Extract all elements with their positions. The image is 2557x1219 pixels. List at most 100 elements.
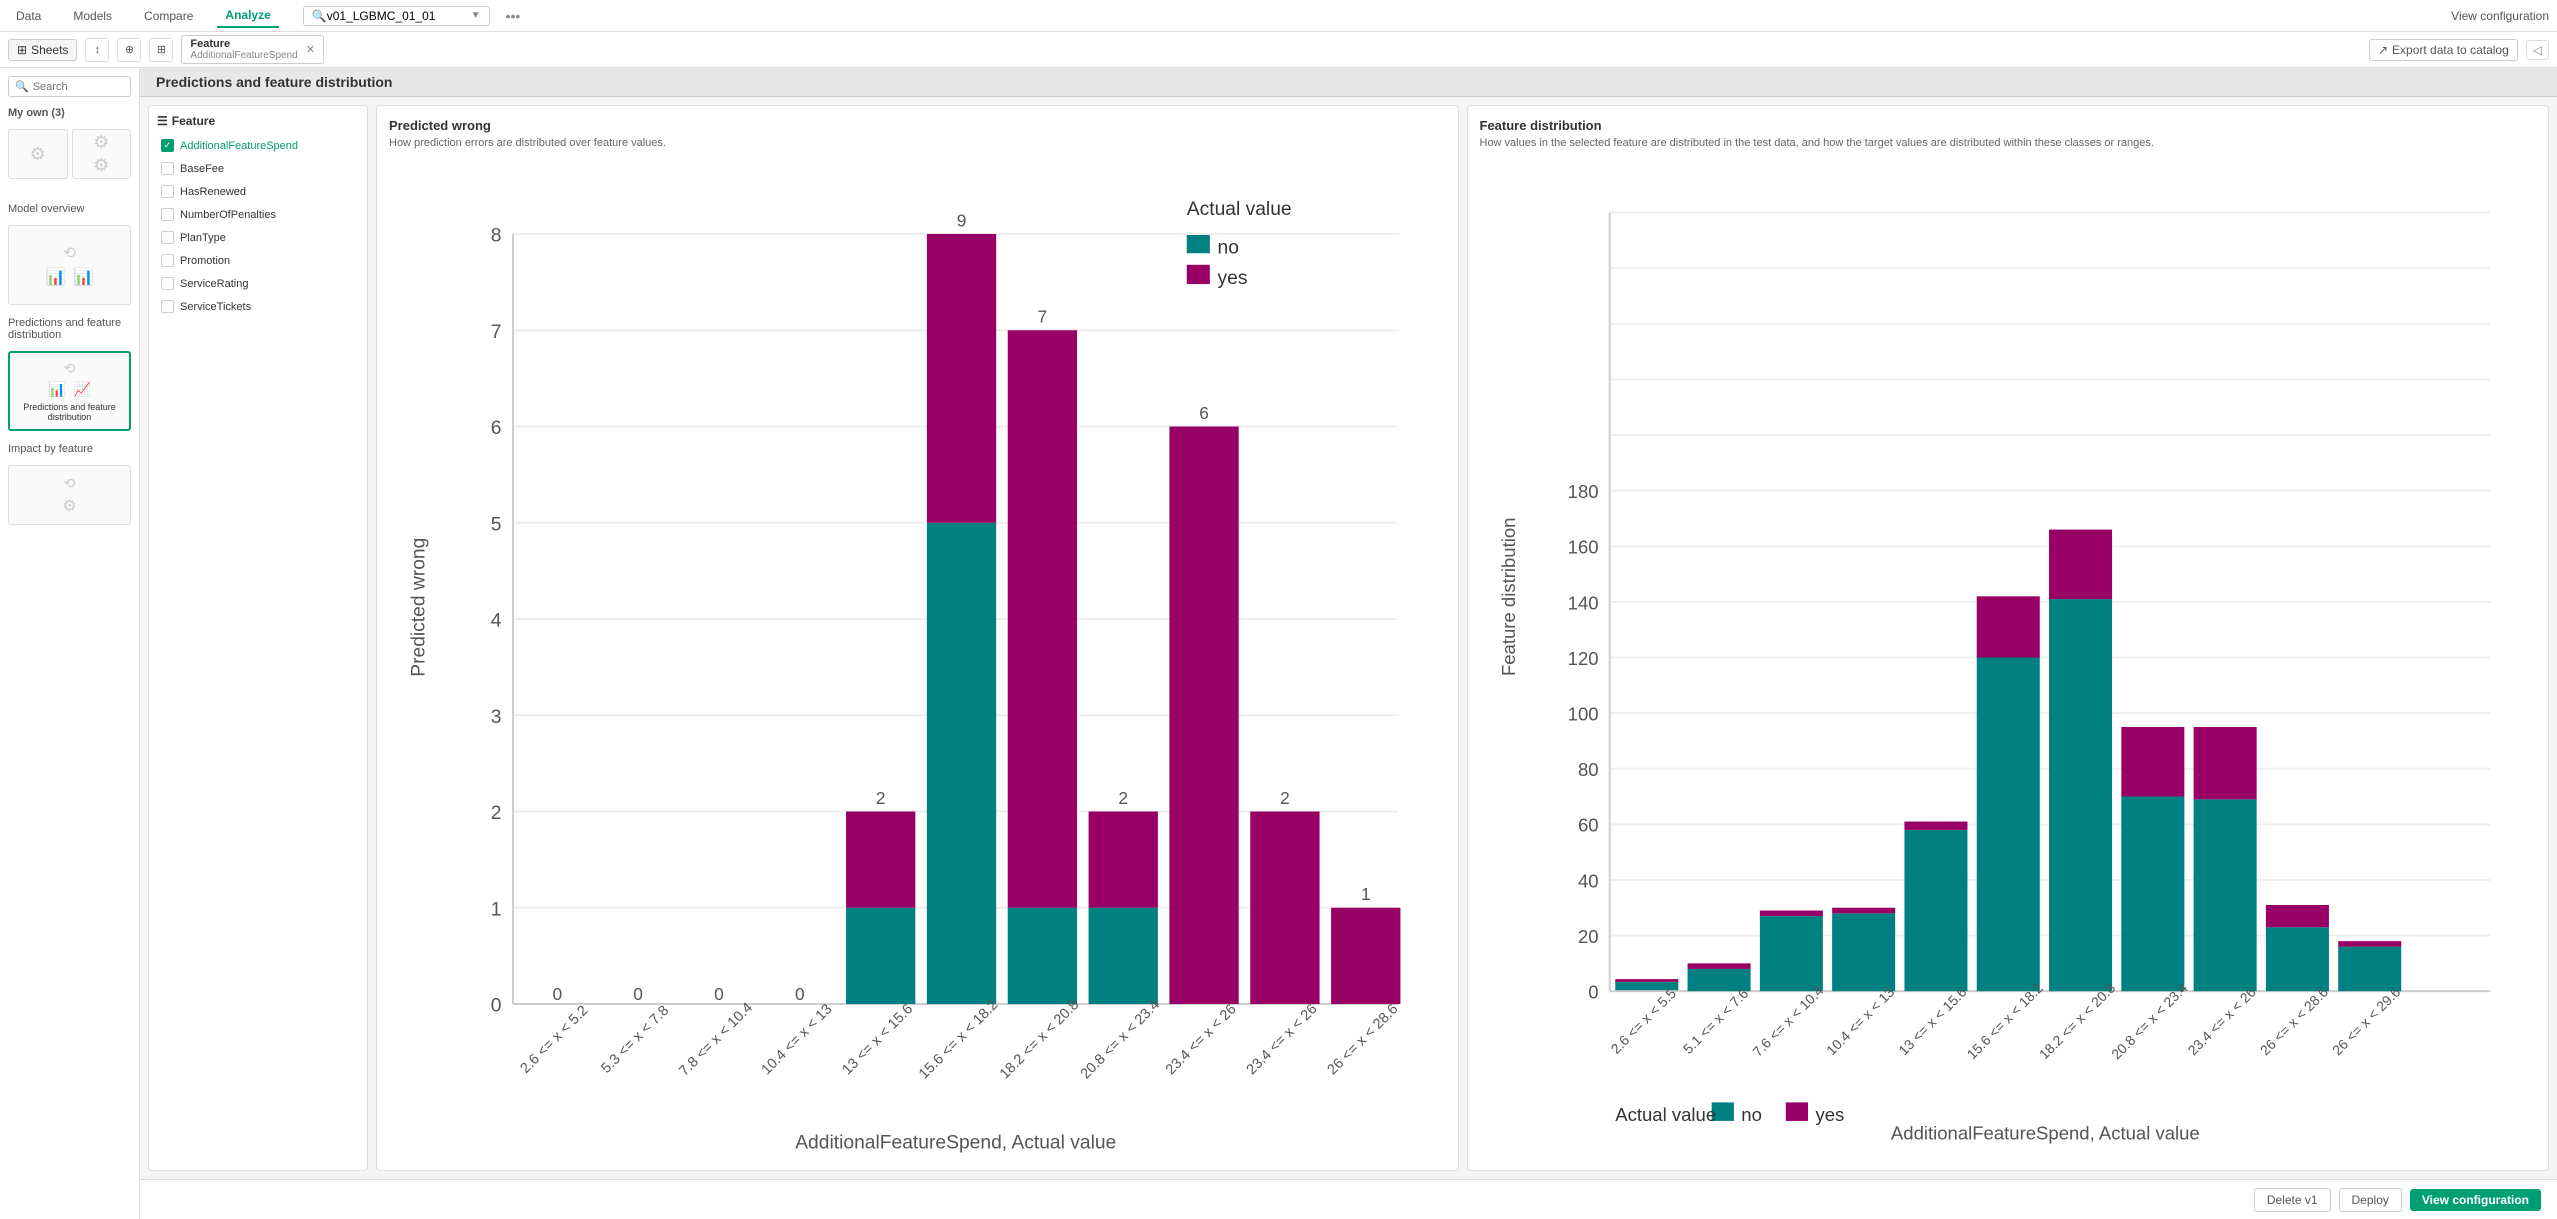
close-icon[interactable]: ✕ — [306, 43, 315, 56]
puzzle-icon-4: ⚙ — [62, 496, 76, 516]
deploy-button[interactable]: Deploy — [2339, 1188, 2402, 1212]
sheet-grid: ⚙ ⚙ ⚙ — [8, 129, 131, 179]
svg-text:0: 0 — [633, 984, 643, 1004]
svg-text:8: 8 — [491, 226, 502, 247]
feature-item-servicerating[interactable]: ServiceRating — [157, 274, 359, 293]
feature-item-servicetickets[interactable]: ServiceTickets — [157, 297, 359, 316]
feature-checkbox-servicerating[interactable] — [161, 277, 174, 290]
svg-text:Actual value: Actual value — [1615, 1104, 1716, 1125]
feature-checkbox-plantype[interactable] — [161, 231, 174, 244]
feature-label-plantype: PlanType — [180, 232, 226, 244]
svg-text:0: 0 — [491, 996, 502, 1017]
search-icon: 🔍 — [312, 9, 327, 23]
svg-text:7: 7 — [491, 322, 502, 343]
feature-checkbox-servicetickets[interactable] — [161, 300, 174, 313]
svg-text:1: 1 — [491, 899, 502, 920]
export-label: Export data to catalog — [2392, 43, 2509, 57]
svg-text:26 <= x < 29.6: 26 <= x < 29.6 — [2328, 984, 2403, 1059]
svg-text:7: 7 — [1038, 307, 1048, 327]
nav-models[interactable]: Models — [65, 5, 120, 27]
svg-text:no: no — [1741, 1104, 1762, 1125]
sheets-button[interactable]: ⊞ Sheets — [8, 39, 77, 61]
sheet-thumb-2[interactable]: ⚙ ⚙ — [72, 129, 132, 179]
feature-distribution-chart-panel: Feature distribution How values in the s… — [1467, 105, 2550, 1171]
top-nav-right: View configuration — [2451, 9, 2549, 23]
feature-tab-title: Feature — [190, 38, 297, 50]
delete-button[interactable]: Delete v1 — [2254, 1188, 2331, 1212]
model-selector[interactable]: 🔍 ▼ — [303, 6, 490, 26]
svg-text:0: 0 — [552, 984, 562, 1004]
svg-text:0: 0 — [1588, 982, 1598, 1003]
sidebar-search-input[interactable] — [33, 81, 124, 93]
svg-text:140: 140 — [1567, 592, 1598, 613]
svg-text:23.4 <= x < 26: 23.4 <= x < 26 — [1244, 1001, 1321, 1078]
collapse-icon[interactable]: ◁ — [2526, 40, 2549, 60]
nav-compare[interactable]: Compare — [136, 5, 201, 27]
toolbar-icon-3[interactable]: ⊞ — [149, 38, 173, 62]
feature-item-basefee[interactable]: BaseFee — [157, 159, 359, 178]
toolbar-icon-1[interactable]: ↕ — [85, 38, 109, 62]
svg-text:2: 2 — [876, 788, 886, 808]
dropdown-icon: ▼ — [471, 10, 481, 21]
svg-text:13 <= x < 15.6: 13 <= x < 15.6 — [1895, 984, 1970, 1059]
puzzle-icon: ⚙ — [30, 144, 46, 165]
model-overview-thumb[interactable]: ⟲ 📊 📊 — [8, 225, 131, 305]
feature-checkbox-additionalfeaturespend[interactable] — [161, 139, 174, 152]
svg-text:80: 80 — [1577, 759, 1598, 780]
svg-text:120: 120 — [1567, 648, 1598, 669]
svg-text:6: 6 — [491, 418, 502, 439]
model-overview-label: Model overview — [8, 199, 131, 217]
feature-checkbox-numberofpenalties[interactable] — [161, 208, 174, 221]
sub-toolbar-right: ↗ Export data to catalog ◁ — [2369, 39, 2549, 61]
svg-text:5.3 <= x < 7.8: 5.3 <= x < 7.8 — [598, 1003, 672, 1077]
svg-text:yes: yes — [1218, 268, 1248, 289]
svg-text:23.4 <= x < 26: 23.4 <= x < 26 — [2184, 984, 2259, 1059]
feature-checkbox-basefee[interactable] — [161, 162, 174, 175]
more-options-icon[interactable]: ••• — [506, 8, 521, 24]
svg-text:7.8 <= x < 10.4: 7.8 <= x < 10.4 — [676, 1000, 756, 1080]
feature-item-plantype[interactable]: PlanType — [157, 228, 359, 247]
sidebar-search[interactable]: 🔍 — [8, 76, 131, 97]
feature-checkbox-promotion[interactable] — [161, 254, 174, 267]
predicted-wrong-subtitle: How prediction errors are distributed ov… — [389, 137, 1446, 149]
svg-text:23.4 <= x < 26: 23.4 <= x < 26 — [1163, 1001, 1240, 1078]
predictions-thumb[interactable]: ⟲ 📊 📈 Predictions and feature distributi… — [8, 351, 131, 431]
svg-text:Actual value: Actual value — [1187, 199, 1292, 220]
arrow-icon: ⟲ — [63, 243, 76, 263]
feature-distribution-subtitle: How values in the selected feature are d… — [1480, 137, 2537, 149]
export-icon: ↗ — [2378, 43, 2388, 57]
arrow-icon-3: ⟲ — [64, 475, 76, 492]
export-button[interactable]: ↗ Export data to catalog — [2369, 39, 2518, 61]
view-configuration-btn[interactable]: View configuration — [2451, 9, 2549, 23]
grid-icon: ⊞ — [17, 43, 27, 57]
feature-label-hasrenewed: HasRenewed — [180, 186, 246, 198]
svg-text:40: 40 — [1577, 870, 1598, 891]
toolbar-icon-2[interactable]: ⊕ — [117, 38, 141, 62]
feature-item-additionalfeaturespend[interactable]: AdditionalFeatureSpend — [157, 136, 359, 155]
nav-analyze[interactable]: Analyze — [217, 4, 278, 28]
predictions-label: Predictions and feature distribution — [8, 313, 131, 343]
svg-text:AdditionalFeatureSpend, Actual: AdditionalFeatureSpend, Actual value — [795, 1132, 1116, 1153]
nav-data[interactable]: Data — [8, 5, 49, 27]
sheet-thumb-1[interactable]: ⚙ — [8, 129, 68, 179]
feature-checkbox-hasrenewed[interactable] — [161, 185, 174, 198]
feature-tab[interactable]: Feature AdditionalFeatureSpend ✕ — [181, 35, 324, 64]
feature-item-promotion[interactable]: Promotion — [157, 251, 359, 270]
feature-item-numberofpenalties[interactable]: NumberOfPenalties — [157, 205, 359, 224]
svg-text:5.1 <= x < 7.6: 5.1 <= x < 7.6 — [1679, 985, 1751, 1057]
model-search-input[interactable] — [327, 9, 467, 23]
feature-item-hasrenewed[interactable]: HasRenewed — [157, 182, 359, 201]
svg-text:180: 180 — [1567, 481, 1598, 502]
svg-text:20: 20 — [1577, 926, 1598, 947]
svg-text:2: 2 — [491, 803, 502, 824]
predicted-wrong-title: Predicted wrong — [389, 118, 1446, 133]
svg-text:6: 6 — [1199, 403, 1209, 423]
svg-text:9: 9 — [957, 210, 967, 230]
svg-text:1: 1 — [1361, 884, 1371, 904]
mini-chart-icon: 📊 — [48, 381, 65, 398]
feature-distribution-svg: Feature distribution — [1480, 157, 2537, 1158]
impact-thumb[interactable]: ⟲ ⚙ — [8, 465, 131, 525]
top-nav: Data Models Compare Analyze 🔍 ▼ ••• View… — [0, 0, 2557, 32]
svg-text:18.2 <= x < 20.8: 18.2 <= x < 20.8 — [997, 997, 1082, 1082]
view-config-button[interactable]: View configuration — [2410, 1189, 2541, 1211]
